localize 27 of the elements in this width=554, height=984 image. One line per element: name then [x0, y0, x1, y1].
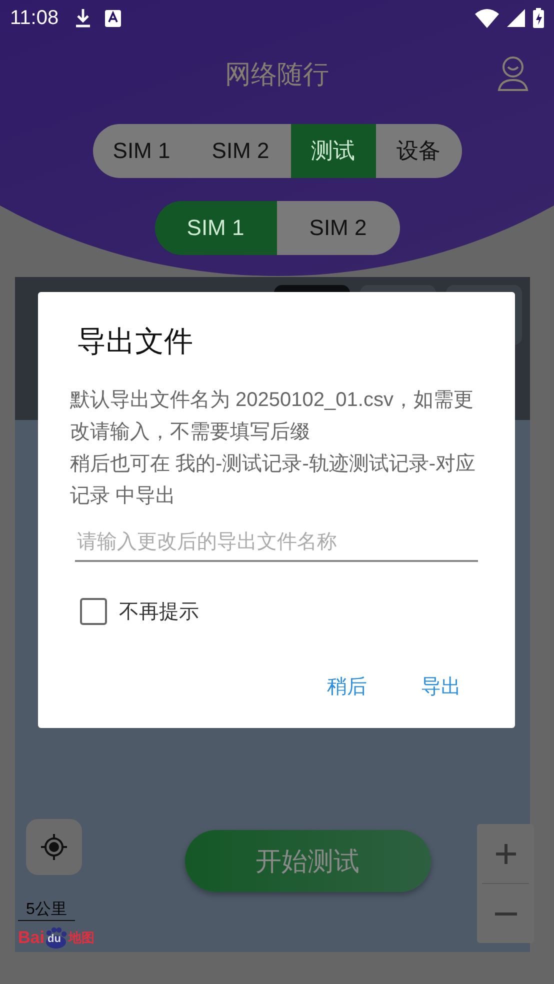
- download-icon: [74, 8, 91, 28]
- dialog-title: 导出文件: [77, 325, 193, 360]
- plus-icon: [494, 842, 516, 864]
- start-test-button[interactable]: 开始测试: [184, 830, 430, 892]
- segment-tab[interactable]: SIM 1: [154, 201, 276, 255]
- later-button[interactable]: 稍后: [319, 667, 375, 706]
- minus-icon: [494, 912, 516, 916]
- dialog-message: 默认导出文件名为 20250102_01.csv，如需更改请输入，不需要填写后缀: [70, 388, 474, 445]
- status-time: 11:08: [10, 6, 59, 30]
- export-button[interactable]: 导出: [413, 667, 469, 706]
- map-logo: Bai du 地图: [18, 927, 96, 949]
- wifi-icon: [475, 8, 499, 28]
- checkbox-label: 不再提示: [119, 600, 199, 625]
- checkbox[interactable]: [80, 598, 107, 625]
- segment-tab[interactable]: 设备: [376, 124, 462, 178]
- battery-icon: [533, 8, 544, 28]
- segment-tab[interactable]: SIM 1: [92, 124, 190, 178]
- dialog-message: 稍后也可在 我的-测试记录-轨迹测试记录-对应记录 中导出: [70, 452, 477, 509]
- locate-button[interactable]: [26, 819, 82, 875]
- signal-icon: [507, 9, 525, 27]
- segment-tab[interactable]: SIM 2: [190, 124, 290, 178]
- segment-tab[interactable]: 测试: [290, 124, 376, 178]
- user-icon[interactable]: [497, 56, 529, 92]
- map-scale: 5公里: [18, 900, 75, 921]
- app-title: 网络随行: [225, 58, 329, 90]
- locate-icon: [40, 833, 68, 861]
- segment-tab[interactable]: SIM 2: [276, 201, 400, 255]
